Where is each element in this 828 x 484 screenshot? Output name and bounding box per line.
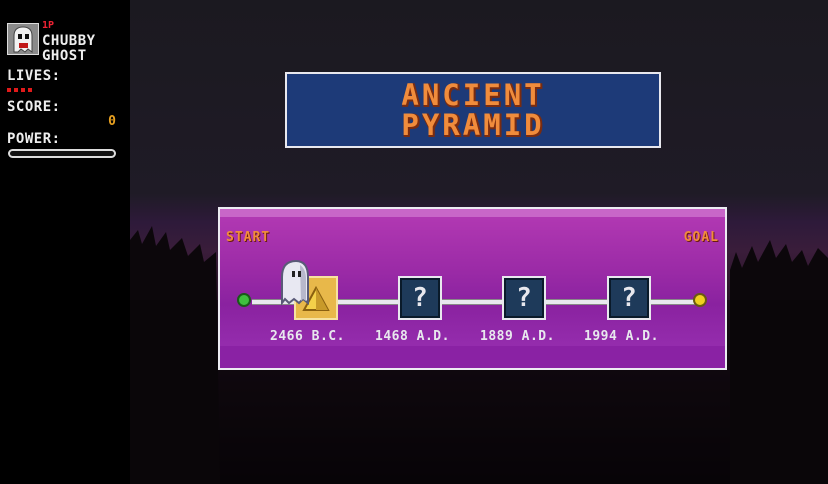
stage-node-4[interactable]: ? [607, 276, 651, 320]
player-portrait [7, 23, 39, 55]
stage-year-3: 1889 A.D. [480, 329, 555, 344]
level-title-line1: ANCIENT [401, 78, 545, 112]
question-mark-icon: ? [621, 283, 637, 313]
player-name: CHUBBY GHOST [42, 34, 96, 64]
stage-year-1: 2466 B.C. [270, 329, 345, 344]
stage-node-2[interactable]: ? [398, 276, 442, 320]
start-node-icon [237, 293, 251, 307]
ghost-portrait-icon [8, 24, 38, 54]
question-mark-icon: ? [516, 283, 532, 313]
timeline-panel: START GOAL 2466 B.C. ? 1468 A.D. ? 1889 … [218, 207, 727, 370]
stage-select-scene: ANCIENT PYRAMID START GOAL 2466 B.C. ? 1… [130, 0, 828, 484]
life-pip [21, 88, 25, 92]
score-value: 0 [108, 114, 116, 129]
life-pip [28, 88, 32, 92]
power-meter [8, 149, 116, 158]
goal-node-icon [693, 293, 707, 307]
chubby-ghost-player-icon [278, 257, 312, 307]
player-tag: 1P [42, 20, 55, 31]
score-label: SCORE: [7, 99, 61, 115]
power-label: POWER: [7, 131, 61, 147]
level-title-banner: ANCIENT PYRAMID [285, 72, 661, 148]
player-name-line2: GHOST [42, 48, 87, 64]
life-pip [7, 88, 11, 92]
start-label: START [226, 230, 271, 245]
stage-year-4: 1994 A.D. [584, 329, 659, 344]
stage-node-3[interactable]: ? [502, 276, 546, 320]
life-pip [14, 88, 18, 92]
goal-label: GOAL [683, 230, 719, 245]
level-title-line2: PYRAMID [401, 108, 545, 142]
stage-year-2: 1468 A.D. [375, 329, 450, 344]
question-mark-icon: ? [412, 283, 428, 313]
player-name-line1: CHUBBY [42, 33, 96, 49]
hud-sidebar: 1P CHUBBY GHOST LIVES: SCORE: 0 POWER: [0, 0, 130, 484]
panel-shadow-band [220, 346, 725, 368]
lives-indicator [7, 88, 32, 92]
panel-highlight-band [220, 209, 725, 217]
lives-label: LIVES: [7, 68, 61, 84]
